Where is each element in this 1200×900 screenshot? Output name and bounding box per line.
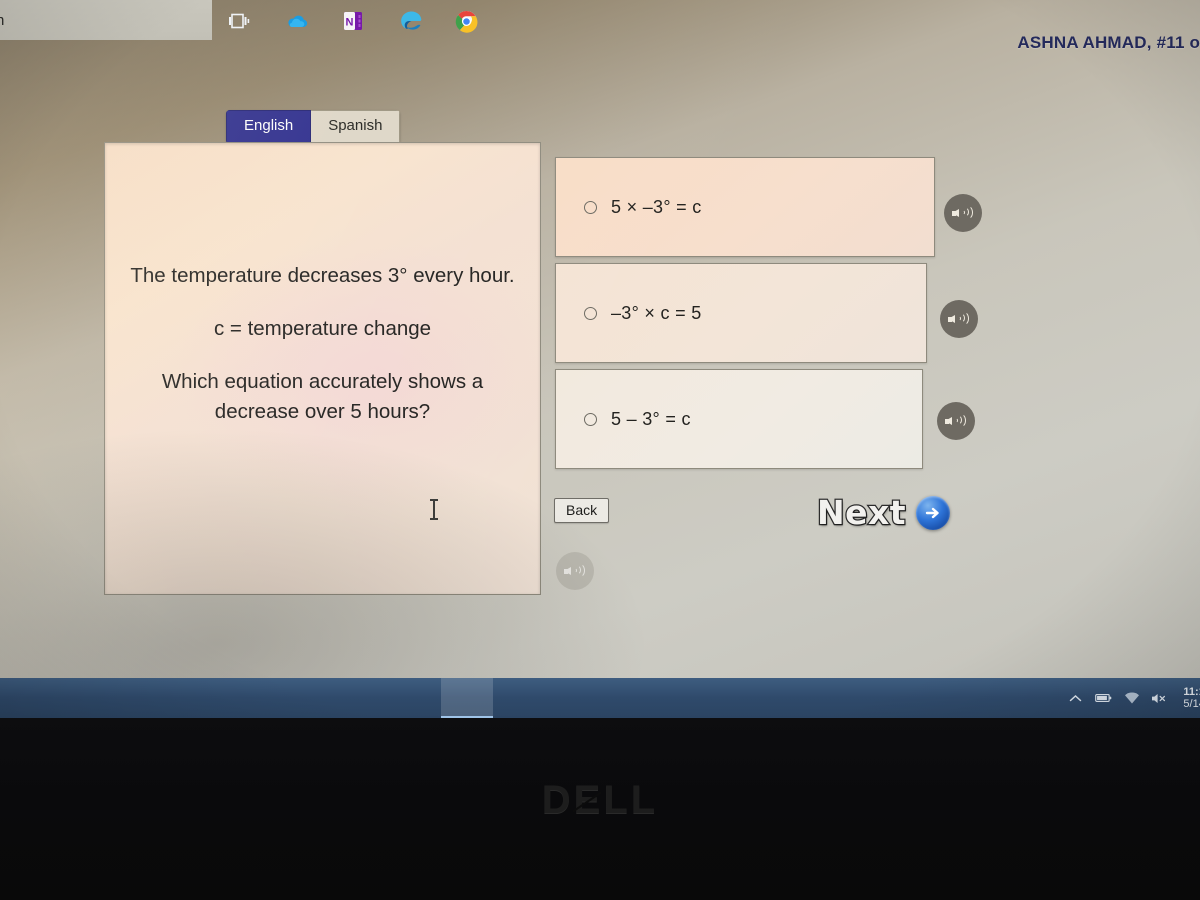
answer-option-2-label: –3° × c = 5 xyxy=(611,302,702,323)
answer-option-3-label: 5 – 3° = c xyxy=(611,408,691,429)
chrome-active-highlight xyxy=(441,678,493,718)
laptop-photo: ASHNA AHMAD, #11 of English Spanish The … xyxy=(0,0,1200,900)
student-name-header: ASHNA AHMAD, #11 of xyxy=(1017,33,1200,52)
taskbar-left-window-strip: n xyxy=(0,0,212,40)
clock-date: 5/14/2 xyxy=(1183,698,1200,710)
answer-option-2[interactable]: –3° × c = 5 xyxy=(555,263,927,363)
laptop-bezel: DELL xyxy=(0,718,1200,900)
answer-option-3[interactable]: 5 – 3° = c xyxy=(555,369,923,469)
question-line-1: The temperature decreases 3° every hour. xyxy=(130,264,515,287)
speaker-icon-question[interactable] xyxy=(556,552,594,590)
text-cursor xyxy=(430,499,438,520)
laptop-screen: ASHNA AHMAD, #11 of English Spanish The … xyxy=(0,0,1200,718)
language-tabs: English Spanish xyxy=(226,110,401,144)
answer-option-1[interactable]: 5 × –3° = c xyxy=(555,157,935,257)
clock-time: 11:16. xyxy=(1183,686,1200,698)
tab-english[interactable]: English xyxy=(226,110,312,144)
speaker-icon xyxy=(945,412,967,429)
answer-option-1-label: 5 × –3° = c xyxy=(611,196,702,217)
show-hidden-icons-icon[interactable] xyxy=(1067,690,1084,707)
next-button[interactable]: Next xyxy=(816,492,951,534)
svg-text:N: N xyxy=(346,17,354,29)
edge-icon[interactable] xyxy=(399,9,423,33)
taskbar-clock[interactable]: 11:16. 5/14/2 xyxy=(1183,686,1200,710)
arrow-right-circle-icon xyxy=(916,495,951,530)
system-tray: 11:16. 5/14/2 xyxy=(1067,678,1200,718)
question-line-3: Which equation accurately shows a decrea… xyxy=(161,370,484,423)
chrome-icon[interactable] xyxy=(454,9,478,33)
question-text: The temperature decreases 3° every hour.… xyxy=(123,261,522,427)
next-button-label: Next xyxy=(816,492,907,534)
windows-taskbar xyxy=(0,678,1200,718)
speaker-icon xyxy=(952,204,974,221)
task-view-icon[interactable] xyxy=(227,9,251,33)
speaker-icon xyxy=(564,562,586,579)
speaker-icon-option-2[interactable] xyxy=(940,300,978,338)
question-line-2: c = temperature change xyxy=(213,317,432,340)
speaker-icon-option-3[interactable] xyxy=(937,402,975,440)
volume-muted-icon[interactable] xyxy=(1151,690,1168,707)
quiz-page: ASHNA AHMAD, #11 of English Spanish The … xyxy=(0,0,1200,678)
tab-spanish[interactable]: Spanish xyxy=(311,110,401,144)
dell-logo-ll: LL xyxy=(603,778,659,822)
dell-logo-e: E xyxy=(573,778,604,822)
taskbar-left-text: n xyxy=(0,11,5,29)
speaker-icon xyxy=(948,310,970,327)
onenote-icon[interactable]: N xyxy=(341,9,365,33)
radio-button-3[interactable] xyxy=(584,412,597,426)
radio-button-1[interactable] xyxy=(584,200,597,214)
question-panel: The temperature decreases 3° every hour.… xyxy=(104,142,541,595)
radio-button-2[interactable] xyxy=(584,306,597,320)
dell-logo: DELL xyxy=(0,778,1200,823)
wifi-icon[interactable] xyxy=(1123,690,1140,707)
onedrive-icon[interactable] xyxy=(285,9,309,33)
speaker-icon-option-1[interactable] xyxy=(944,194,982,232)
back-button[interactable]: Back xyxy=(554,498,610,523)
dell-logo-text: D xyxy=(541,778,574,822)
battery-icon[interactable] xyxy=(1095,690,1112,707)
